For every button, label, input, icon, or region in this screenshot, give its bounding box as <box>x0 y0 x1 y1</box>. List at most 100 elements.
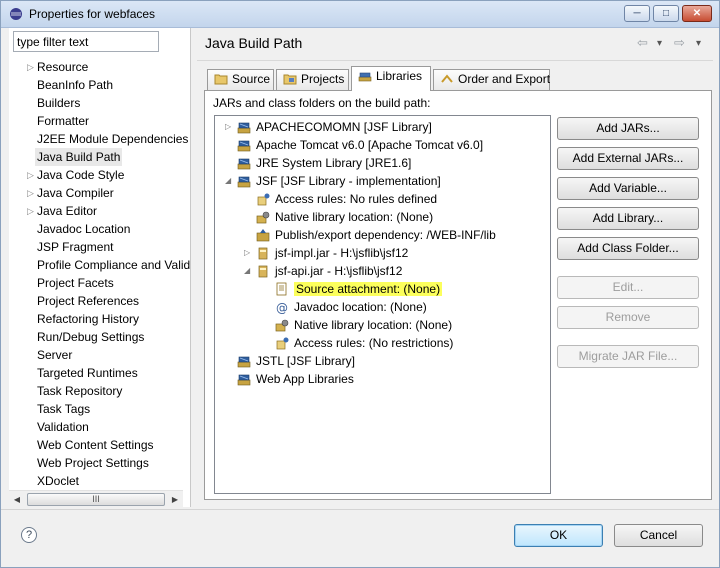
back-arrow-icon[interactable]: ⇦ <box>637 35 648 51</box>
library-tree-row-label: Web App Libraries <box>256 372 354 386</box>
preference-item[interactable]: Task Repository <box>37 382 191 400</box>
library-tree-row-label: JSTL [JSF Library] <box>256 354 355 368</box>
preference-item[interactable]: Targeted Runtimes <box>37 364 191 382</box>
libraries-tree[interactable]: ▷ APACHECOMOMN [JSF Library] Apache Tomcat… <box>214 115 551 494</box>
library-icon <box>237 122 251 134</box>
preference-item[interactable]: J2EE Module Dependencies <box>37 130 191 148</box>
preference-item[interactable]: Run/Debug Settings <box>37 328 191 346</box>
preference-item[interactable]: Refactoring History <box>37 310 191 328</box>
cancel-button[interactable]: Cancel <box>614 524 703 547</box>
library-tree-row[interactable]: Publish/export dependency: /WEB-INF/lib <box>256 226 496 244</box>
remove-button[interactable]: Remove <box>557 306 699 329</box>
library-tree-row[interactable]: @ Javadoc location: (None) <box>275 298 427 316</box>
add-variable-button[interactable]: Add Variable... <box>557 177 699 200</box>
preference-item[interactable]: Profile Compliance and Valid <box>37 256 191 274</box>
preference-item[interactable]: Web Project Settings <box>37 454 191 472</box>
library-tree-row-label: Native library location: (None) <box>294 318 453 332</box>
library-tree-row[interactable]: Access rules: (No restrictions) <box>275 334 453 352</box>
preference-item[interactable]: Resource <box>37 58 191 76</box>
library-tree-row[interactable]: JSF [JSF Library - implementation] <box>237 172 441 190</box>
close-button[interactable]: ✕ <box>682 5 712 22</box>
preference-item[interactable]: Task Tags <box>37 400 191 418</box>
library-tree-row-label: Apache Tomcat v6.0 [Apache Tomcat v6.0] <box>256 138 484 152</box>
scroll-left-icon[interactable]: ◀ <box>9 491 25 508</box>
collapsed-arrow-icon[interactable]: ▷ <box>244 244 250 262</box>
footer-separator <box>1 509 719 510</box>
title-separator <box>197 60 713 61</box>
scroll-thumb[interactable]: III <box>27 493 165 506</box>
svg-text:@: @ <box>276 301 288 314</box>
tab-source[interactable]: Source <box>207 69 274 90</box>
minimize-button[interactable]: ─ <box>624 5 650 22</box>
forward-arrow-icon[interactable]: ⇨ <box>674 35 685 51</box>
forward-menu-chevron-icon[interactable]: ▾ <box>696 38 701 49</box>
help-icon[interactable]: ? <box>21 527 37 543</box>
library-icon <box>237 356 251 368</box>
expand-arrow-icon[interactable]: ▷ <box>27 202 35 220</box>
expand-arrow-icon[interactable]: ▷ <box>27 166 35 184</box>
access-rules-icon <box>276 337 289 350</box>
library-icon <box>237 176 251 188</box>
expand-arrow-icon[interactable]: ▷ <box>27 58 35 76</box>
source-attachment-icon <box>276 282 287 296</box>
add-jars-button[interactable]: Add JARs... <box>557 117 699 140</box>
preference-item[interactable]: Web Content Settings <box>37 436 191 454</box>
libraries-icon <box>358 72 372 82</box>
tab-libraries[interactable]: Libraries <box>351 66 431 91</box>
library-tree-row[interactable]: Native library location: (None) <box>256 208 433 226</box>
preference-item[interactable]: Formatter <box>37 112 191 130</box>
back-menu-chevron-icon[interactable]: ▾ <box>657 38 662 49</box>
maximize-button[interactable]: □ <box>653 5 679 22</box>
edit-button[interactable]: Edit... <box>557 276 699 299</box>
eclipse-icon <box>10 8 22 20</box>
library-icon <box>237 158 251 170</box>
migrate-jar-button[interactable]: Migrate JAR File... <box>557 345 699 368</box>
preference-item[interactable]: JSP Fragment <box>37 238 191 256</box>
preference-item[interactable]: Builders <box>37 94 191 112</box>
library-tree-row[interactable]: Access rules: No rules defined <box>256 190 437 208</box>
preference-item[interactable]: Java Editor <box>37 202 191 220</box>
preference-item[interactable]: Validation <box>37 418 191 436</box>
library-tree-row-label: APACHECOMOMN [JSF Library] <box>256 120 432 134</box>
library-tree-row[interactable]: jsf-api.jar - H:\jsflib\jsf12 <box>256 262 402 280</box>
add-external-jars-button[interactable]: Add External JARs... <box>557 147 699 170</box>
expand-arrow-icon[interactable]: ▷ <box>27 184 35 202</box>
tab-projects[interactable]: Projects <box>276 69 349 90</box>
library-icon <box>237 374 251 386</box>
tab-order-and-export[interactable]: Order and Export <box>433 69 550 90</box>
ok-button[interactable]: OK <box>514 524 603 547</box>
preference-item[interactable]: Java Code Style <box>37 166 191 184</box>
library-tree-row[interactable]: JRE System Library [JRE1.6] <box>237 154 411 172</box>
tab-order-and-export-label: Order and Export <box>458 72 551 86</box>
library-tree-row[interactable]: Apache Tomcat v6.0 [Apache Tomcat v6.0] <box>237 136 483 154</box>
scroll-right-icon[interactable]: ▶ <box>167 491 183 508</box>
collapsed-arrow-icon[interactable]: ▷ <box>225 118 231 136</box>
preference-item[interactable]: Server <box>37 346 191 364</box>
tab-libraries-label: Libraries <box>376 69 423 83</box>
library-tree-row[interactable]: APACHECOMOMN [JSF Library] <box>237 118 432 136</box>
preference-page-list: ▷ResourceBeanInfo PathBuildersFormatterJ… <box>9 28 191 507</box>
properties-dialog: Properties for webfaces ─ □ ✕ ▷ResourceB… <box>0 0 720 568</box>
preference-item[interactable]: XDoclet <box>37 472 191 490</box>
order-export-icon <box>441 74 453 83</box>
library-tree-row[interactable]: jsf-impl.jar - H:\jsflib\jsf12 <box>256 244 408 262</box>
library-tree-row[interactable]: Web App Libraries <box>237 370 354 388</box>
preference-item[interactable]: Java Build Path <box>35 148 123 166</box>
filter-input[interactable] <box>13 31 159 52</box>
preference-item[interactable]: Java Compiler <box>37 184 191 202</box>
library-tree-row[interactable]: Native library location: (None) <box>275 316 452 334</box>
preference-item[interactable]: Javadoc Location <box>37 220 191 238</box>
expanded-arrow-icon[interactable]: ◢ <box>244 262 250 280</box>
title-bar[interactable]: Properties for webfaces ─ □ ✕ <box>1 1 719 28</box>
preference-item[interactable]: Project References <box>37 292 191 310</box>
add-class-folder-button[interactable]: Add Class Folder... <box>557 237 699 260</box>
add-library-button[interactable]: Add Library... <box>557 207 699 230</box>
library-tree-row[interactable]: JSTL [JSF Library] <box>237 352 355 370</box>
expanded-arrow-icon[interactable]: ◢ <box>225 172 231 190</box>
library-tree-row[interactable]: Source attachment: (None) <box>275 280 443 298</box>
preference-item[interactable]: BeanInfo Path <box>37 76 191 94</box>
horizontal-scrollbar[interactable]: ◀ III ▶ <box>9 490 183 507</box>
native-library-icon <box>275 319 289 332</box>
preference-item[interactable]: Project Facets <box>37 274 191 292</box>
library-tree-row-label: Native library location: (None) <box>275 210 434 224</box>
